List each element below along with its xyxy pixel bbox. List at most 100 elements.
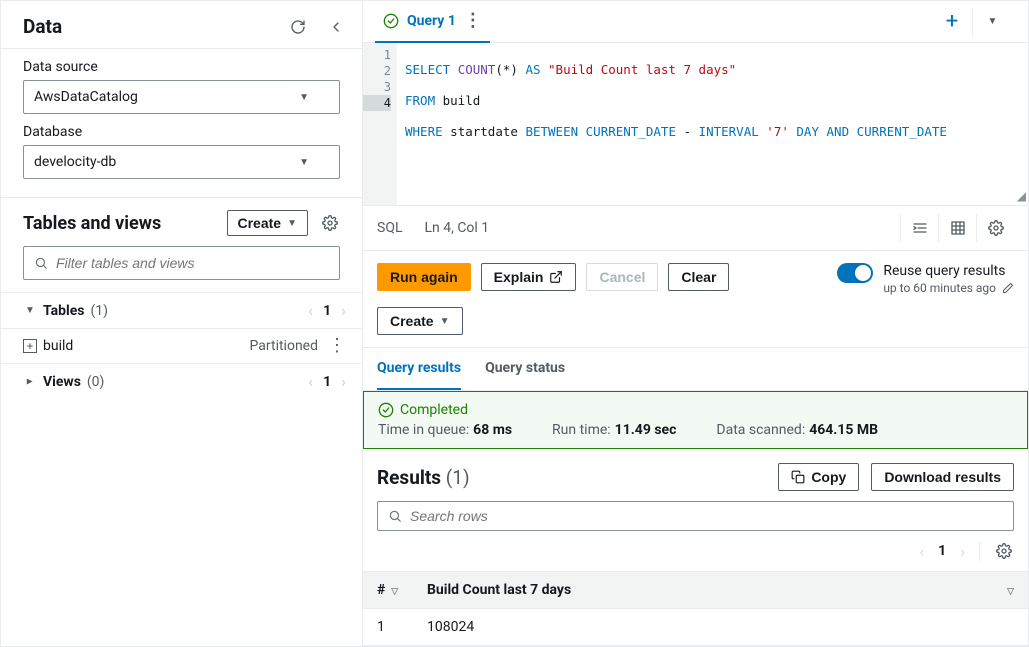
sort-icon: ▽ xyxy=(391,587,398,597)
results-table: #▽ Build Count last 7 days ▽ 1 108024 xyxy=(363,571,1028,646)
results-count: (1) xyxy=(446,466,470,489)
caret-right-icon: ▼ xyxy=(25,375,36,389)
external-link-icon xyxy=(549,270,563,284)
sidebar-title: Data xyxy=(23,15,62,38)
data-source-value: AwsDataCatalog xyxy=(34,89,138,105)
data-source-label: Data source xyxy=(23,59,340,75)
tab-query-status[interactable]: Query status xyxy=(485,348,565,390)
caret-down-icon: ▼ xyxy=(299,157,309,168)
table-row[interactable]: + build Partitioned ⋮ xyxy=(1,328,362,363)
filter-tables-input[interactable] xyxy=(23,246,340,280)
scanned-value: 464.15 MB xyxy=(809,422,878,438)
gear-icon[interactable] xyxy=(994,541,1014,561)
table-actions-icon[interactable]: ⋮ xyxy=(328,337,346,355)
prev-page-icon[interactable]: ‹ xyxy=(308,301,313,320)
database-value: develocity-db xyxy=(34,154,116,170)
editor-gutter: 1234 xyxy=(363,43,397,205)
results-page: 1 xyxy=(938,543,946,559)
prev-page-icon[interactable]: ‹ xyxy=(308,372,313,391)
create-table-button[interactable]: Create ▼ xyxy=(227,210,309,236)
caret-down-icon: ▼ xyxy=(988,16,998,27)
run-again-button[interactable]: Run again xyxy=(377,263,471,291)
views-page: 1 xyxy=(323,374,331,390)
editor-status-bar: SQL Ln 4, Col 1 xyxy=(363,206,1028,251)
database-label: Database xyxy=(23,124,340,140)
copy-icon xyxy=(791,470,805,484)
add-query-button[interactable]: + xyxy=(932,8,972,36)
check-circle-icon xyxy=(383,13,399,29)
views-label: Views xyxy=(43,374,81,390)
cancel-button: Cancel xyxy=(586,263,658,291)
editor-cursor: Ln 4, Col 1 xyxy=(424,220,489,236)
editor-lang: SQL xyxy=(377,220,402,236)
collapse-sidebar-icon[interactable] xyxy=(326,17,346,37)
results-pager: ‹ 1 › xyxy=(363,531,1028,571)
tables-views-title: Tables and views xyxy=(23,213,161,234)
tables-count: (1) xyxy=(90,303,108,319)
database-select[interactable]: develocity-db ▼ xyxy=(23,145,340,179)
editor-code[interactable]: SELECT COUNT(*) AS "Build Count last 7 d… xyxy=(397,43,1028,205)
results-title: Results xyxy=(377,466,441,489)
prev-page-icon[interactable]: ‹ xyxy=(919,542,924,561)
col-index[interactable]: #▽ xyxy=(363,572,413,609)
results-header: Results (1) Copy Download results xyxy=(363,449,1028,501)
explain-button[interactable]: Explain xyxy=(481,263,577,291)
data-source-select[interactable]: AwsDataCatalog ▼ xyxy=(23,80,340,114)
expand-icon[interactable]: + xyxy=(23,339,37,353)
gear-icon[interactable] xyxy=(976,214,1014,242)
tables-page: 1 xyxy=(323,303,331,319)
caret-down-icon: ▼ xyxy=(287,218,297,229)
table-badge: Partitioned xyxy=(250,338,318,354)
action-row: Run again Explain Cancel Clear Reuse que… xyxy=(363,251,1028,348)
sort-icon[interactable]: ▽ xyxy=(1007,587,1014,597)
status-text: Completed xyxy=(400,402,468,418)
tables-label: Tables xyxy=(43,303,84,319)
tables-group[interactable]: ▼ Tables (1) ‹ 1 › xyxy=(1,292,362,328)
search-icon xyxy=(34,256,48,270)
refresh-icon[interactable] xyxy=(288,17,308,37)
col-build-count[interactable]: Build Count last 7 days xyxy=(413,572,987,609)
resize-handle-icon[interactable]: ◢ xyxy=(1017,189,1026,203)
main: Query 1 ⋮ + ▼ 1234 SELECT COUNT(*) AS "B… xyxy=(363,1,1028,646)
grid-view-icon[interactable] xyxy=(938,214,976,242)
clear-button[interactable]: Clear xyxy=(668,263,729,291)
views-group[interactable]: ▼ Views (0) ‹ 1 › xyxy=(1,363,362,399)
download-results-button[interactable]: Download results xyxy=(871,463,1014,491)
plus-icon: + xyxy=(946,9,958,34)
filter-input-field[interactable] xyxy=(56,255,329,271)
tab-menu-button[interactable]: ▼ xyxy=(972,8,1012,36)
query-tab-active[interactable]: Query 1 ⋮ xyxy=(375,1,490,43)
next-page-icon[interactable]: › xyxy=(341,372,346,391)
next-page-icon[interactable]: › xyxy=(960,542,965,561)
query-tab-label: Query 1 xyxy=(407,13,456,29)
copy-button[interactable]: Copy xyxy=(778,463,859,491)
create-button[interactable]: Create ▼ xyxy=(377,307,463,335)
search-rows-field[interactable] xyxy=(410,508,1003,524)
tables-views-header: Tables and views Create ▼ xyxy=(1,198,362,246)
queue-value: 68 ms xyxy=(473,422,512,438)
query-tabbar: Query 1 ⋮ + ▼ xyxy=(363,1,1028,43)
search-rows-input[interactable] xyxy=(377,501,1014,531)
tab-query-results[interactable]: Query results xyxy=(377,348,461,390)
table-name: build xyxy=(43,338,244,354)
tab-actions-icon[interactable]: ⋮ xyxy=(464,12,482,30)
cell-index: 1 xyxy=(363,609,413,646)
reuse-results-toggle[interactable] xyxy=(837,263,873,283)
cell-value: 108024 xyxy=(413,609,987,646)
sql-editor[interactable]: 1234 SELECT COUNT(*) AS "Build Count las… xyxy=(363,43,1028,206)
reuse-label: Reuse query results xyxy=(883,263,1014,279)
edit-icon[interactable] xyxy=(1002,282,1014,294)
sidebar: Data Data source AwsDataCatalog ▼ Databa… xyxy=(1,1,363,646)
status-banner: Completed Time in queue:68 ms Run time:1… xyxy=(363,391,1028,449)
results-tabs: Query results Query status xyxy=(363,348,1028,391)
indent-icon[interactable] xyxy=(900,214,938,242)
runtime-value: 11.49 sec xyxy=(615,422,677,438)
search-icon xyxy=(388,509,402,523)
reuse-sub: up to 60 minutes ago xyxy=(883,281,996,295)
caret-down-icon: ▼ xyxy=(299,92,309,103)
next-page-icon[interactable]: › xyxy=(341,301,346,320)
sidebar-header: Data xyxy=(1,1,362,49)
views-count: (0) xyxy=(87,374,105,390)
gear-icon[interactable] xyxy=(320,213,340,233)
caret-down-icon: ▼ xyxy=(23,305,37,316)
